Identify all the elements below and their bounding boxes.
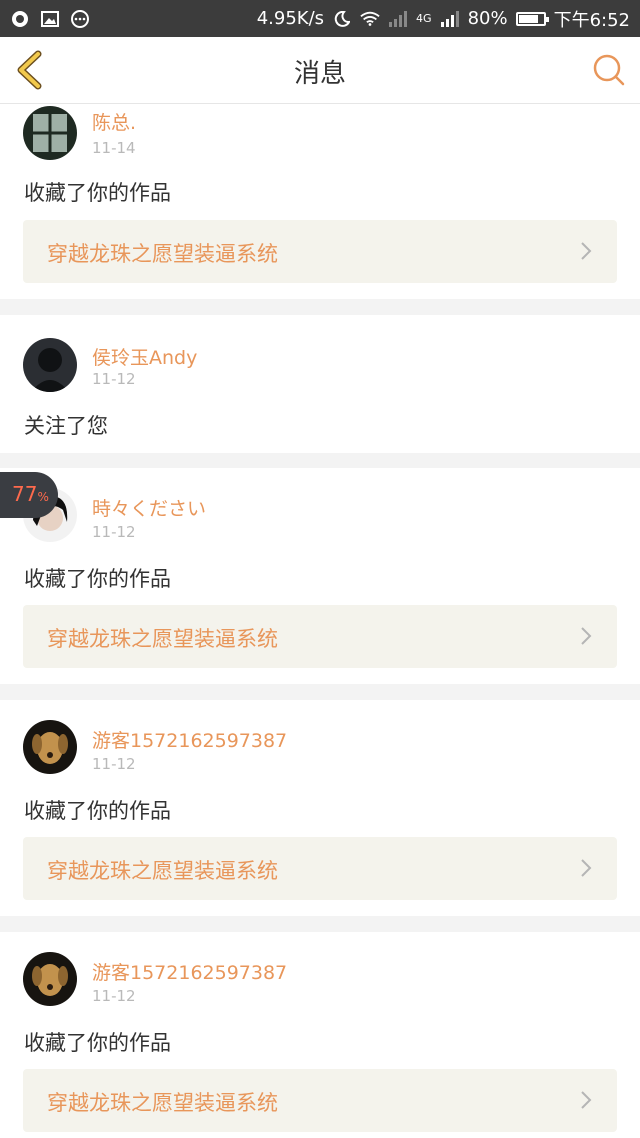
percent-value: 77 xyxy=(12,482,38,506)
chevron-right-icon xyxy=(581,627,592,645)
status-bar: 4.95K/s 4G 80% 下午6:52 xyxy=(0,0,640,37)
user-name[interactable]: 陈总. xyxy=(92,108,136,135)
message-action: 收藏了你的作品 xyxy=(24,1031,171,1055)
message-action: 收藏了你的作品 xyxy=(24,799,171,823)
clock: 下午6:52 xyxy=(553,9,630,31)
search-icon xyxy=(593,54,625,86)
wifi-icon xyxy=(360,9,380,29)
chevron-right-icon xyxy=(581,859,592,877)
network-speed: 4.95K/s xyxy=(256,8,325,29)
message-action: 收藏了你的作品 xyxy=(24,567,171,591)
work-link[interactable]: 穿越龙珠之愿望装逼系统 xyxy=(23,1069,617,1132)
app-notification-icon xyxy=(10,9,30,29)
message-time: 11-12 xyxy=(92,523,136,541)
page-title: 消息 xyxy=(293,59,346,89)
message-card: 時々ください 11-12 收藏了你的作品 穿越龙珠之愿望装逼系统 xyxy=(0,468,640,684)
message-time: 11-12 xyxy=(92,370,136,388)
floating-percent-badge[interactable]: 77% xyxy=(0,472,58,518)
user-name[interactable]: 時々ください xyxy=(92,494,206,521)
battery-percent: 80% xyxy=(467,8,508,29)
work-title: 穿越龙珠之愿望装逼系统 xyxy=(47,859,278,883)
work-title: 穿越龙珠之愿望装逼系统 xyxy=(47,1091,278,1115)
message-time: 11-14 xyxy=(92,139,136,157)
image-icon xyxy=(40,9,60,29)
message-time: 11-12 xyxy=(92,987,136,1005)
work-link[interactable]: 穿越龙珠之愿望装逼系统 xyxy=(23,605,617,668)
work-title: 穿越龙珠之愿望装逼系统 xyxy=(47,627,278,651)
message-action: 收藏了你的作品 xyxy=(24,181,171,205)
user-name[interactable]: 侯玲玉Andy xyxy=(92,343,197,370)
avatar[interactable] xyxy=(23,720,77,774)
network-type: 4G xyxy=(416,12,432,25)
avatar[interactable] xyxy=(23,338,77,392)
more-notifications-icon xyxy=(70,9,90,29)
search-button[interactable] xyxy=(592,53,626,87)
chevron-right-icon xyxy=(581,1091,592,1109)
message-card: 陈总. 11-14 收藏了你的作品 穿越龙珠之愿望装逼系统 xyxy=(0,104,640,299)
work-link[interactable]: 穿越龙珠之愿望装逼系统 xyxy=(23,220,617,283)
avatar[interactable] xyxy=(23,106,77,160)
percent-unit: % xyxy=(37,490,49,504)
signal-4g-icon xyxy=(440,9,460,29)
message-action: 关注了您 xyxy=(24,414,108,438)
chevron-right-icon xyxy=(581,242,592,260)
user-name[interactable]: 游客1572162597387 xyxy=(92,726,287,753)
navigation-bar: 消息 xyxy=(0,37,640,104)
avatar[interactable] xyxy=(23,952,77,1006)
user-name[interactable]: 游客1572162597387 xyxy=(92,958,287,985)
work-title: 穿越龙珠之愿望装逼系统 xyxy=(47,242,278,266)
message-card: 侯玲玉Andy 11-12 关注了您 xyxy=(0,315,640,453)
signal-icon xyxy=(388,9,408,29)
message-card: 游客1572162597387 11-12 收藏了你的作品 穿越龙珠之愿望装逼系… xyxy=(0,700,640,916)
moon-icon xyxy=(332,9,352,29)
message-time: 11-12 xyxy=(92,755,136,773)
battery-icon xyxy=(515,11,549,26)
message-list[interactable]: 陈总. 11-14 收藏了你的作品 穿越龙珠之愿望装逼系统 侯玲玉Andy 11… xyxy=(0,104,640,1138)
work-link[interactable]: 穿越龙珠之愿望装逼系统 xyxy=(23,837,617,900)
message-card: 游客1572162597387 11-12 收藏了你的作品 穿越龙珠之愿望装逼系… xyxy=(0,932,640,1138)
